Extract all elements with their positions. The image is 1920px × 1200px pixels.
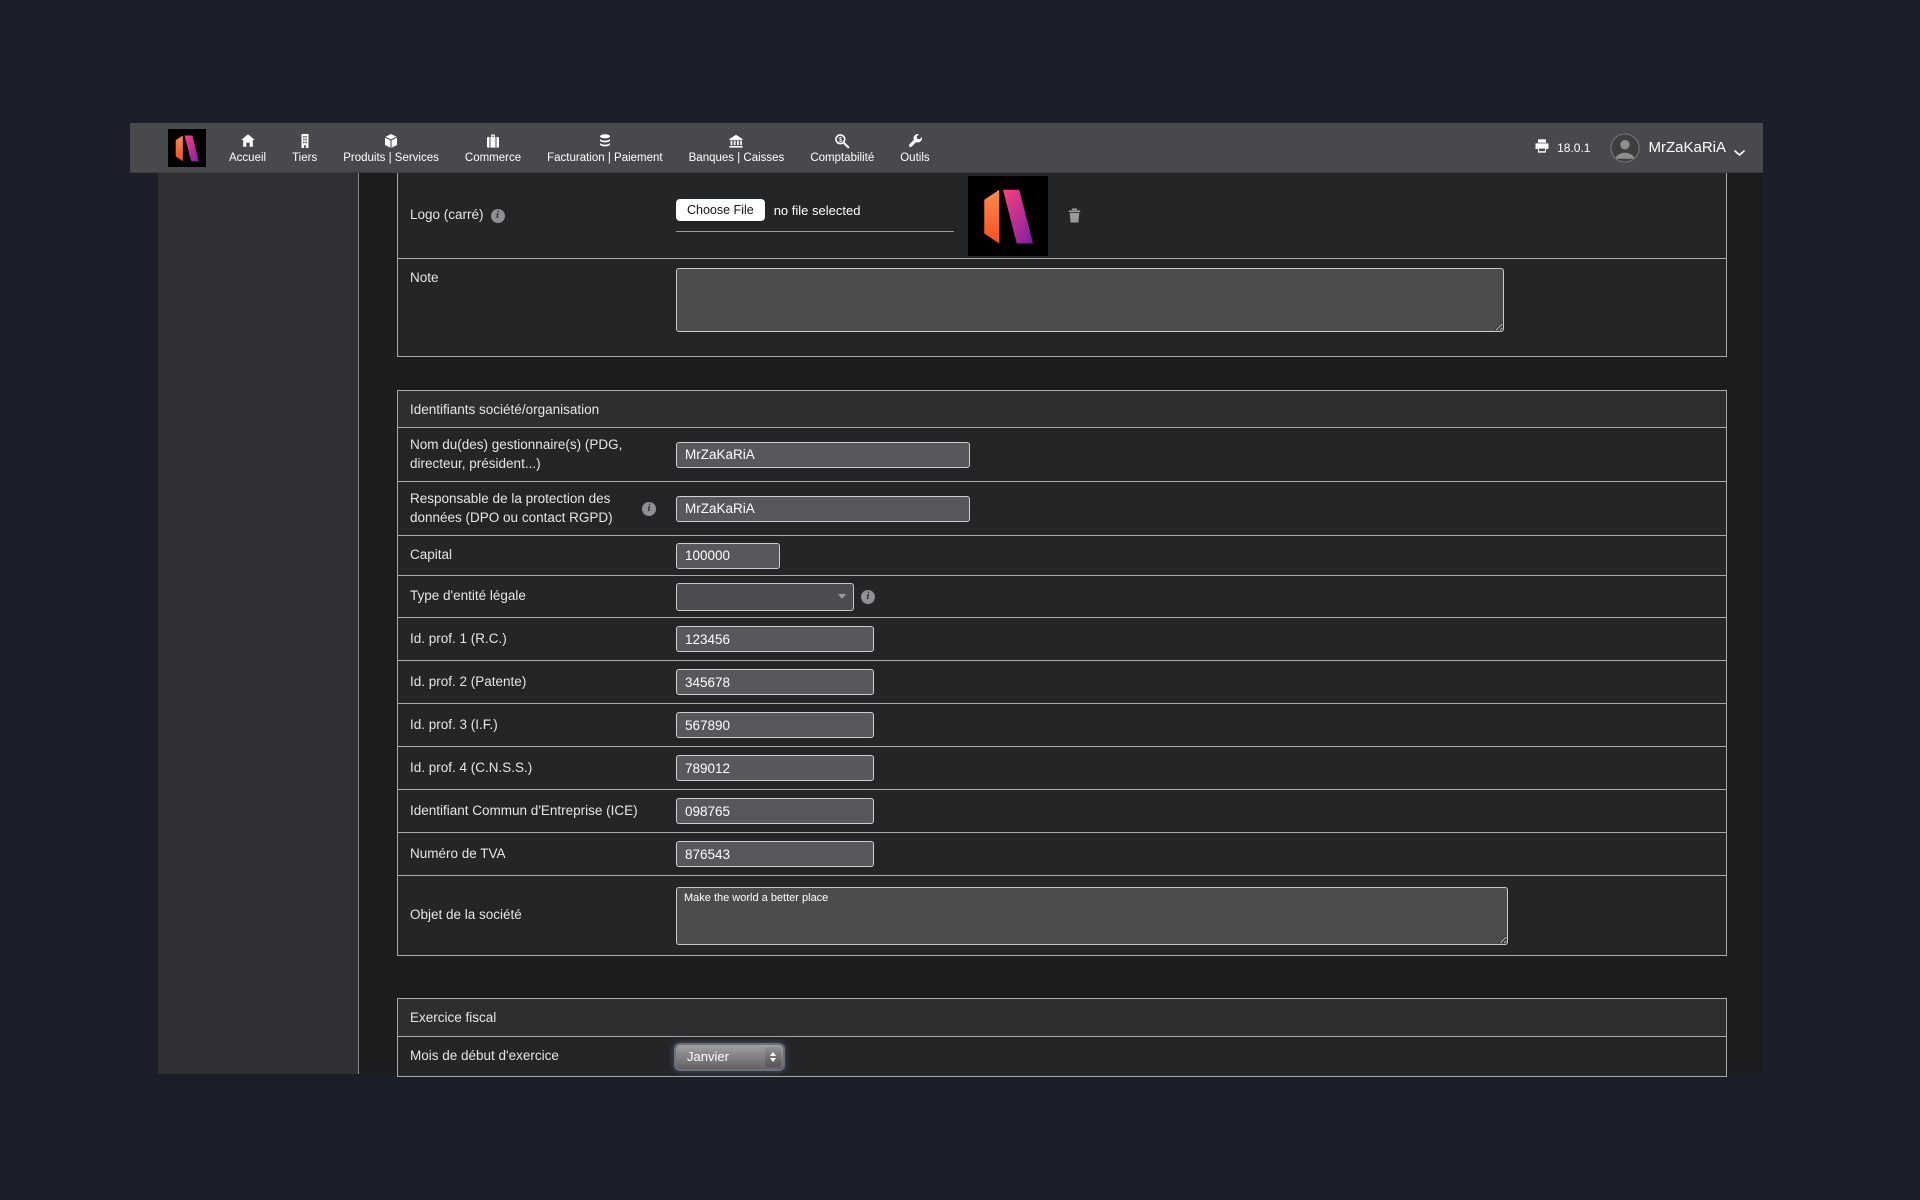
suitcase-icon bbox=[485, 132, 501, 149]
field-label: Numéro de TVA bbox=[410, 845, 506, 861]
nav-item-label: Comptabilité bbox=[810, 151, 875, 164]
legal-entity-select[interactable] bbox=[676, 582, 854, 611]
company-general-table: Logo (carré) i Choose File no file selec… bbox=[397, 173, 1727, 357]
info-icon: i bbox=[490, 208, 505, 223]
search-dollar-icon: $ bbox=[834, 132, 850, 149]
manager-name-row: Nom du(des) gestionnaire(s) (PDG, direct… bbox=[398, 427, 1726, 481]
field-label: Type d'entité légale bbox=[410, 588, 526, 604]
version-label: 18.0.1 bbox=[1557, 140, 1591, 155]
field-label: Mois de début d'exercice bbox=[410, 1048, 559, 1064]
coins-icon bbox=[597, 132, 613, 149]
user-menu[interactable]: MrZaKaRiA bbox=[1610, 132, 1745, 163]
fiscal-month-select[interactable]: Janvier bbox=[676, 1044, 783, 1069]
ice-input[interactable] bbox=[676, 798, 874, 824]
nav-item-outils[interactable]: Outils bbox=[887, 123, 942, 172]
field-label: Nom du(des) gestionnaire(s) (PDG, direct… bbox=[410, 437, 623, 471]
tva-input[interactable] bbox=[676, 841, 874, 867]
home-icon bbox=[240, 132, 256, 149]
building-icon bbox=[297, 132, 313, 149]
legal-entity-type-row: Type d'entité légale i bbox=[398, 575, 1726, 617]
file-status-text: no file selected bbox=[773, 202, 861, 218]
company-object-textarea[interactable]: Make the world a better place bbox=[676, 886, 1508, 945]
brand-m-icon bbox=[168, 128, 206, 167]
field-label: Id. prof. 2 (Patente) bbox=[410, 673, 527, 689]
field-label: Id. prof. 1 (R.C.) bbox=[410, 630, 507, 646]
info-icon: i bbox=[861, 589, 875, 604]
svg-text:$: $ bbox=[839, 136, 843, 143]
identifiers-section-header: Identifiants société/organisation bbox=[398, 391, 1726, 427]
logo-field-label: Logo (carré) bbox=[410, 207, 484, 223]
avatar bbox=[1610, 132, 1641, 163]
field-label: Responsable de la protection des données… bbox=[410, 491, 613, 525]
fiscal-start-month-row: Mois de début d'exercice Janvier bbox=[398, 1036, 1726, 1076]
idprof4-row: Id. prof. 4 (C.N.S.S.) bbox=[398, 746, 1726, 789]
company-setup-form: Logo (carré) i Choose File no file selec… bbox=[397, 173, 1727, 1077]
capital-input[interactable] bbox=[676, 542, 780, 569]
top-navbar: Accueil Tiers Produits | Services Commer… bbox=[130, 123, 1763, 173]
chevron-down-icon bbox=[1734, 144, 1745, 157]
nav-item-label: Commerce bbox=[464, 151, 522, 164]
company-object-row: Objet de la société Make the world a bet… bbox=[398, 875, 1726, 955]
idprof2-input[interactable] bbox=[676, 669, 874, 695]
left-sidebar bbox=[158, 173, 359, 1074]
main-menu: Accueil Tiers Produits | Services Commer… bbox=[216, 123, 943, 172]
manager-name-input[interactable] bbox=[676, 441, 970, 468]
nav-item-label: Banques | Caisses bbox=[688, 151, 785, 164]
nav-item-label: Accueil bbox=[229, 151, 267, 164]
idprof3-row: Id. prof. 3 (I.F.) bbox=[398, 703, 1726, 746]
app-window: Accueil Tiers Produits | Services Commer… bbox=[130, 123, 1763, 1077]
field-label: Capital bbox=[410, 547, 453, 563]
nav-item-accueil[interactable]: Accueil bbox=[216, 123, 279, 172]
nav-item-label: Tiers bbox=[292, 151, 318, 164]
nav-item-facturation-paiement[interactable]: Facturation | Paiement bbox=[534, 123, 676, 172]
logo-file-input[interactable]: Choose File no file selected bbox=[676, 199, 954, 232]
nav-item-label: Facturation | Paiement bbox=[547, 151, 663, 164]
select-arrow-icon bbox=[838, 593, 846, 599]
nav-item-tiers[interactable]: Tiers bbox=[279, 123, 330, 172]
desktop-background: Accueil Tiers Produits | Services Commer… bbox=[0, 0, 1920, 1200]
print-version: 18.0.1 bbox=[1534, 138, 1590, 157]
nav-item-label: Outils bbox=[900, 151, 930, 164]
cube-icon bbox=[383, 132, 399, 149]
nav-item-banques-caisses[interactable]: Banques | Caisses bbox=[676, 123, 798, 172]
fiscal-year-table: Exercice fiscal Mois de début d'exercice… bbox=[397, 998, 1727, 1077]
nav-item-commerce[interactable]: Commerce bbox=[452, 123, 534, 172]
tva-row: Numéro de TVA bbox=[398, 832, 1726, 875]
nav-item-produits-services[interactable]: Produits | Services bbox=[330, 123, 452, 172]
dpo-row: Responsable de la protection des données… bbox=[398, 481, 1726, 535]
trash-icon[interactable] bbox=[1066, 207, 1083, 224]
fiscal-section-header: Exercice fiscal bbox=[398, 999, 1726, 1036]
note-row: Note bbox=[398, 258, 1726, 356]
page-content: Logo (carré) i Choose File no file selec… bbox=[158, 173, 1763, 1077]
field-label: Objet de la société bbox=[410, 907, 522, 923]
idprof4-input[interactable] bbox=[676, 755, 874, 781]
company-identifiers-table: Identifiants société/organisation Nom du… bbox=[397, 390, 1727, 956]
field-label: Identifiant Commun d'Entreprise (ICE) bbox=[410, 802, 638, 818]
nav-item-comptabilite[interactable]: $ Comptabilité bbox=[797, 123, 887, 172]
dpo-input[interactable] bbox=[676, 495, 970, 522]
choose-file-button[interactable]: Choose File bbox=[676, 199, 765, 221]
printer-icon[interactable] bbox=[1534, 138, 1550, 157]
idprof3-input[interactable] bbox=[676, 712, 874, 738]
info-icon: i bbox=[642, 501, 656, 516]
bank-icon bbox=[728, 132, 744, 149]
ice-row: Identifiant Commun d'Entreprise (ICE) bbox=[398, 789, 1726, 832]
idprof1-row: Id. prof. 1 (R.C.) bbox=[398, 617, 1726, 660]
logo-preview bbox=[968, 175, 1048, 256]
note-textarea[interactable] bbox=[676, 268, 1504, 332]
select-spinner-icon bbox=[765, 1046, 781, 1067]
fiscal-month-value: Janvier bbox=[687, 1049, 729, 1064]
capital-row: Capital bbox=[398, 535, 1726, 575]
field-label: Id. prof. 3 (I.F.) bbox=[410, 716, 498, 732]
field-label: Id. prof. 4 (C.N.S.S.) bbox=[410, 759, 533, 775]
app-logo[interactable] bbox=[168, 128, 206, 167]
idprof1-input[interactable] bbox=[676, 626, 874, 652]
logo-row: Logo (carré) i Choose File no file selec… bbox=[398, 173, 1726, 258]
idprof2-row: Id. prof. 2 (Patente) bbox=[398, 660, 1726, 703]
wrench-icon bbox=[907, 132, 923, 149]
note-field-label: Note bbox=[410, 270, 439, 285]
nav-item-label: Produits | Services bbox=[343, 151, 439, 164]
user-name: MrZaKaRiA bbox=[1648, 139, 1726, 156]
navbar-right: 18.0.1 MrZaKaRiA bbox=[1534, 132, 1745, 163]
